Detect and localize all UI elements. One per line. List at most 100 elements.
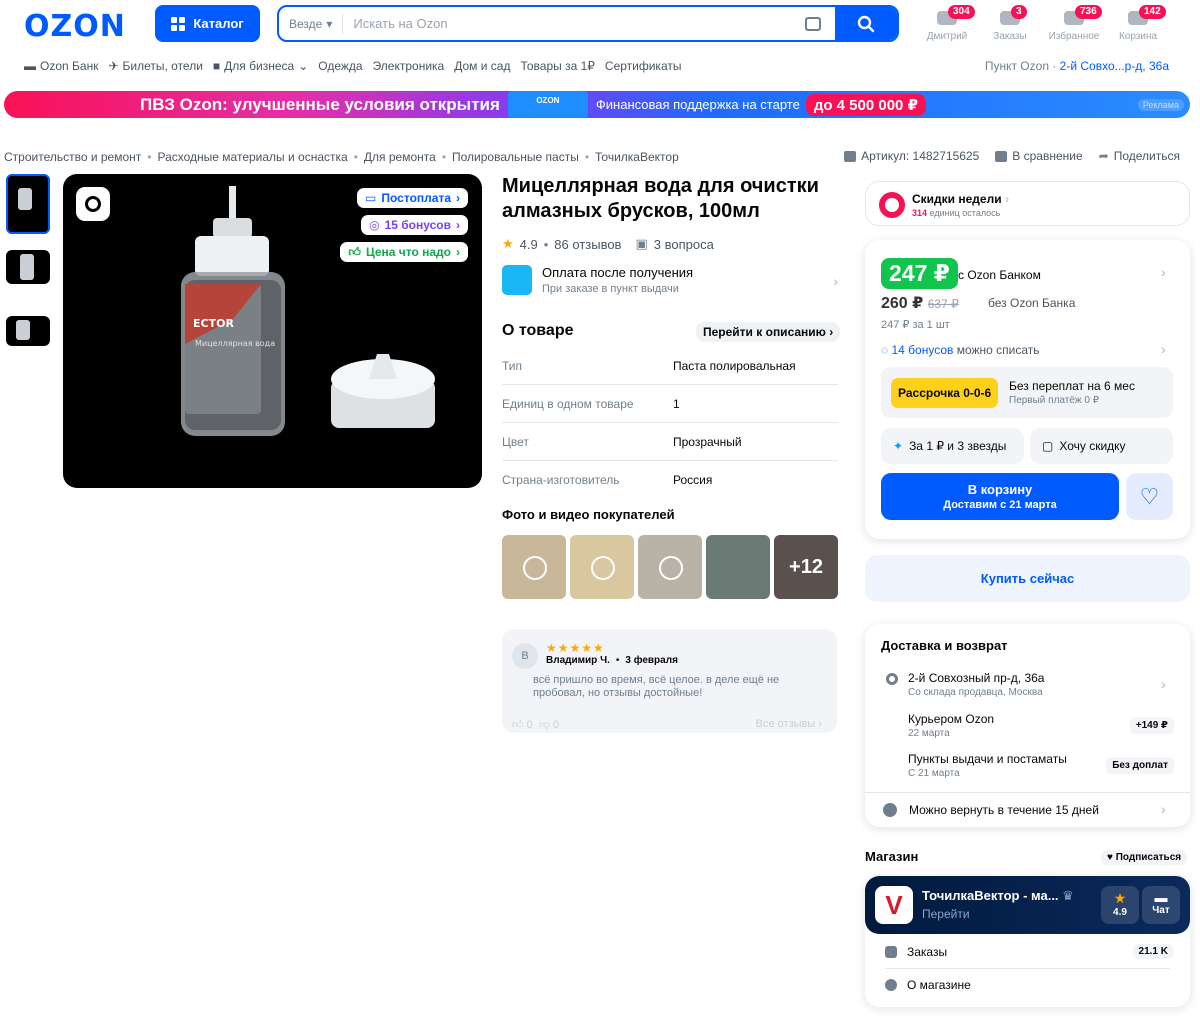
bonus-text: можно списать (956, 343, 1040, 357)
goto-description-button[interactable]: Перейти к описанию › (696, 322, 841, 342)
nav-item-clothes[interactable]: Одежда (318, 59, 362, 73)
header-profile[interactable]: 304 Дмитрий (917, 5, 977, 42)
review-footer: 👍︎ 0 👎︎ 0 Все отзывы › (512, 718, 822, 731)
courier-date: 22 марта (908, 728, 950, 739)
search-scope-select[interactable]: Везде ▾ (279, 13, 344, 34)
chevron-right-icon[interactable]: › (1161, 264, 1166, 280)
badge-postpay[interactable]: ▭ Постоплата › (357, 188, 468, 208)
all-reviews-link[interactable]: Все отзывы › (756, 718, 822, 731)
breadcrumb-item[interactable]: Расходные материалы и оснастка (157, 150, 347, 164)
profile-label: Дмитрий (926, 31, 968, 42)
nav-item-electronics[interactable]: Электроника (373, 59, 445, 73)
ugc-video[interactable] (502, 535, 566, 599)
promo-1rub-button[interactable]: ✦ За 1 ₽ и 3 звезды (881, 428, 1024, 464)
header-cart[interactable]: 142 Корзина (1108, 5, 1168, 42)
pay-after-subtitle: При заказе в пункт выдачи (542, 283, 679, 295)
spec-value[interactable]: Паста полировальная (673, 359, 796, 373)
shop-rating-button[interactable]: ★ 4.9 (1101, 886, 1139, 924)
header-favorites[interactable]: 736 Избранное (1044, 5, 1104, 42)
article-number[interactable]: Артикул: 1482715625 (844, 149, 979, 163)
shop-chat-button[interactable]: ▬ Чат (1142, 886, 1180, 924)
chevron-right-icon: › (456, 218, 460, 232)
promo2-label: Хочу скидку (1059, 439, 1126, 453)
delivery-title: Доставка и возврат (881, 638, 1008, 653)
play-icon (659, 556, 683, 580)
briefcase-icon: ■ (212, 59, 221, 73)
product-title: Мицеллярная вода для очистки алмазных бр… (502, 175, 819, 222)
spec-value[interactable]: Россия (673, 473, 712, 487)
nav-item-bank[interactable]: ▬ Ozon Банк (24, 59, 98, 73)
cart-button-sub: Доставим с 21 марта (943, 499, 1057, 511)
ad-label[interactable]: Реклама (1137, 98, 1184, 111)
ugc-photo[interactable] (706, 535, 770, 599)
gallery-thumb-1[interactable] (6, 174, 50, 234)
catalog-button[interactable]: Каталог (155, 5, 260, 42)
nav-label: Билеты, отели (122, 59, 203, 73)
camera-icon[interactable] (805, 16, 821, 31)
chevron-right-icon[interactable]: › (1161, 341, 1166, 357)
main-product-image[interactable]: ECTOR Мицеллярная вода ▭ Постоплата › ◎ 15 … (63, 174, 482, 488)
shop-go-link[interactable]: Перейти (922, 907, 970, 921)
info-icon (885, 979, 897, 991)
buy-now-button[interactable]: Купить сейчас (865, 555, 1190, 602)
gallery-thumb-3[interactable] (6, 316, 50, 346)
breadcrumb-item[interactable]: Строительство и ремонт (4, 150, 141, 164)
shop-about-row[interactable]: О магазине (885, 968, 1170, 1001)
want-discount-button[interactable]: ▢ Хочу скидку (1030, 428, 1173, 464)
crown-icon: ♛ (1062, 888, 1074, 903)
breadcrumb-item[interactable]: Для ремонта (364, 150, 436, 164)
breadcrumb-item[interactable]: Полировальные пасты (452, 150, 579, 164)
share-button[interactable]: ➦ Поделиться (1099, 149, 1180, 163)
return-policy[interactable]: Можно вернуть в течение 15 дней (865, 792, 1190, 827)
avatar: В (512, 643, 538, 669)
reviews-count[interactable]: 86 отзывов (554, 237, 621, 252)
nav-item-business[interactable]: ■ Для бизнеса ⌄ (213, 59, 308, 73)
bonus-count: ◌ 14 бонусов (881, 343, 953, 357)
promo1-label: За 1 ₽ и 3 звезды (909, 439, 1007, 453)
search-input[interactable] (343, 16, 805, 31)
subscribe-button[interactable]: ♥ Подписаться (1101, 850, 1188, 865)
review-author: Владимир Ч. (546, 655, 610, 666)
nav-item-certificates[interactable]: Сертификаты (605, 59, 682, 73)
spec-row: Единиц в одном товаре 1 (502, 385, 838, 423)
bonus-line[interactable]: ◌ 14 бонусов можно списать (881, 343, 1040, 357)
nav-item-1rub[interactable]: Товары за 1₽ (520, 59, 594, 73)
search-button[interactable] (835, 7, 897, 40)
compare-button[interactable]: В сравнение (995, 149, 1083, 163)
ugc-video[interactable] (638, 535, 702, 599)
pickup-point[interactable]: Пункт Ozon · 2-й Совхо...р-д, 36а (985, 59, 1169, 73)
chevron-right-icon[interactable]: › (1161, 676, 1166, 692)
badge-good-price[interactable]: 👍︎ Цена что надо › (340, 242, 468, 262)
add-to-cart-button[interactable]: В корзину Доставим с 21 марта (881, 473, 1119, 520)
deal-subtitle: 314 единиц осталось (912, 208, 1000, 218)
image-search-icon[interactable] (76, 187, 110, 221)
about-title: О товаре (502, 322, 574, 339)
promo-banner[interactable]: ПВЗ Ozon: улучшенные условия открытия OZ… (4, 91, 1190, 118)
review-card[interactable]: В ★★★★★ Владимир Ч. • 3 февраля всё пришло… (502, 629, 837, 733)
favorite-button[interactable]: ♡ (1126, 473, 1173, 520)
courier-label: Курьером Ozon (908, 712, 995, 726)
nav-item-home[interactable]: Дом и сад (454, 59, 510, 73)
gallery-thumb-2[interactable] (6, 250, 50, 284)
bonus-icon: ◌ (881, 343, 889, 357)
chevron-right-icon[interactable]: › (1161, 801, 1166, 817)
badge-bonus[interactable]: ◎ 15 бонусов › (361, 215, 468, 235)
spec-key: Страна-изготовитель (502, 473, 620, 487)
review-votes[interactable]: 👍︎ 0 👎︎ 0 (512, 718, 559, 731)
pay-after-receipt[interactable]: Оплата после получения При заказе в пункт… (502, 265, 838, 295)
header-orders[interactable]: 3 Заказы (980, 5, 1040, 42)
spec-value[interactable]: Прозрачный (673, 435, 742, 449)
weekly-deals[interactable]: Скидки недели › 314 единиц осталось (865, 181, 1190, 226)
nav-item-tickets[interactable]: ✈ Билеты, отели (108, 59, 202, 73)
review-stars: ★★★★★ (546, 641, 605, 655)
ozon-logo[interactable]: OZON (24, 9, 126, 44)
product-rating[interactable]: ★ 4.9 • 86 отзывов ▣ 3 вопроса (502, 236, 714, 252)
ugc-more[interactable]: +12 (774, 535, 838, 599)
regular-price: 260 ₽ 637 ₽ (881, 293, 959, 313)
ugc-video[interactable] (570, 535, 634, 599)
questions-count[interactable]: 3 вопроса (654, 237, 714, 252)
breadcrumb-item[interactable]: ТочилкаВектор (595, 150, 679, 164)
delivery-address[interactable]: 2-й Совхозный пр-д, 36а Со склада продавц… (908, 671, 1044, 698)
shop-header[interactable]: V ТочилкаВектор - ма... ♛ Перейти ★ 4.9 ▬… (865, 876, 1190, 934)
installment-block[interactable]: Рассрочка 0-0-6 Без переплат на 6 мес Пе… (881, 367, 1173, 418)
